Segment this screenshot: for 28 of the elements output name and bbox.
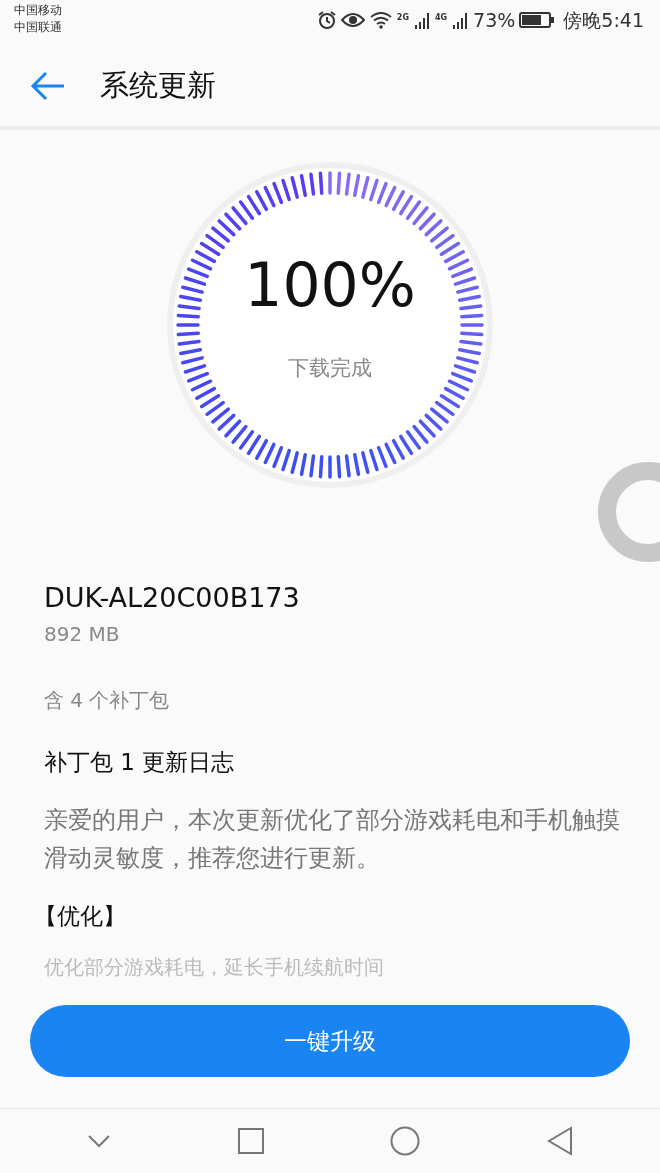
eye-icon [340, 12, 365, 29]
changelog-item: 优化部分游戏耗电，延长手机续航时间 [44, 954, 384, 979]
changelog-title: 补丁包 1 更新日志 [44, 747, 236, 777]
battery-percent: 73% [473, 8, 516, 33]
progress-status: 下载完成 [288, 355, 372, 383]
network-label: 4G [434, 12, 448, 24]
home-icon[interactable] [390, 1126, 421, 1156]
signal-icon [412, 11, 431, 30]
carrier-name: 中国移动 [14, 2, 62, 19]
back-icon[interactable] [546, 1126, 573, 1156]
patch-count: 含 4 个补丁包 [44, 686, 171, 714]
carrier-name: 中国联通 [14, 19, 62, 36]
recents-icon[interactable] [237, 1128, 264, 1154]
version-number: DUK-AL20C00B173 [44, 581, 301, 615]
section-heading: 【优化】 [34, 902, 127, 931]
battery-icon [519, 11, 556, 30]
page-title: 系统更新 [100, 66, 216, 104]
upgrade-button[interactable]: 一键升级 [30, 1005, 630, 1077]
package-size: 892 MB [44, 620, 121, 648]
alarm-icon [316, 10, 337, 31]
clock: 傍晚5:41 [563, 8, 644, 33]
signal-icon [451, 11, 470, 30]
changelog-text: 亲爱的用户，本次更新优化了部分游戏耗电和手机触摸滑动灵敏度，推荐您进行更新。 [44, 805, 620, 874]
network-label: 2G [396, 12, 409, 24]
progress-percent: 100% [244, 255, 416, 316]
collapse-icon[interactable] [87, 1134, 112, 1148]
back-icon[interactable] [30, 70, 66, 101]
wifi-icon [368, 11, 393, 30]
